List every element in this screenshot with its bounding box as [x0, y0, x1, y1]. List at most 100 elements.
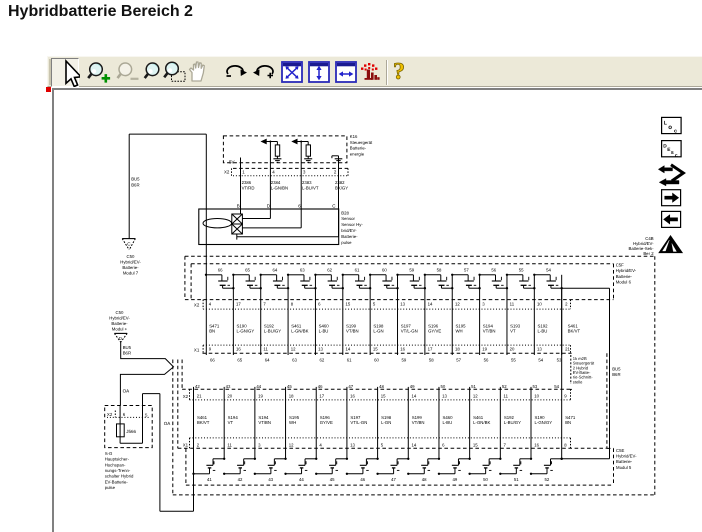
svg-text:14: 14 [411, 393, 416, 398]
svg-text:54: 54 [538, 357, 543, 362]
svg-text:S471: S471 [209, 323, 220, 328]
svg-text:S460: S460 [319, 323, 330, 328]
svg-text:6: 6 [318, 301, 321, 306]
svg-text:D: D [119, 336, 122, 341]
svg-text:WH: WH [455, 329, 462, 334]
svg-text:3: 3 [482, 301, 485, 306]
svg-text:12: 12 [455, 301, 460, 306]
svg-text:BN: BN [209, 329, 215, 334]
svg-text:11: 11 [263, 347, 268, 352]
svg-text:43: 43 [268, 477, 273, 482]
svg-text:1: 1 [242, 170, 245, 175]
svg-text:16: 16 [534, 442, 539, 447]
svg-text:56: 56 [491, 268, 496, 273]
svg-text:13: 13 [442, 393, 447, 398]
svg-text:L-BU/VT: L-BU/VT [302, 186, 319, 191]
svg-text:VT: VT [510, 329, 516, 334]
svg-text:L: L [664, 121, 668, 127]
svg-text:51: 51 [514, 477, 519, 482]
svg-text:S461: S461 [568, 323, 579, 328]
svg-text:S194: S194 [258, 415, 269, 420]
svg-text:45: 45 [330, 477, 335, 482]
svg-text:Hybrid/EV-: Hybrid/EV- [109, 315, 130, 320]
svg-text:57: 57 [456, 357, 461, 362]
svg-text:S192: S192 [538, 323, 549, 328]
svg-text:16: 16 [400, 347, 405, 352]
svg-text:Batterie-: Batterie- [341, 234, 358, 239]
svg-text:EV-Batterie-: EV-Batterie- [105, 479, 129, 484]
svg-text:L-GN/GY: L-GN/GY [237, 329, 255, 334]
svg-text:14: 14 [428, 301, 433, 306]
svg-text:2383: 2383 [302, 180, 312, 185]
svg-text:45: 45 [287, 384, 292, 389]
svg-text:energie: energie [350, 152, 365, 157]
svg-text:62: 62 [327, 268, 332, 273]
svg-text:58: 58 [437, 268, 442, 273]
svg-text:54: 54 [554, 384, 559, 389]
svg-text:5V: 5V [229, 160, 235, 165]
svg-text:53: 53 [533, 384, 538, 389]
svg-text:2384: 2384 [271, 180, 281, 185]
svg-text:47: 47 [348, 384, 353, 389]
svg-text:S196: S196 [320, 415, 331, 420]
svg-text:18: 18 [455, 347, 460, 352]
svg-text:13: 13 [350, 442, 355, 447]
svg-text:41: 41 [207, 477, 212, 482]
svg-text:L-BU: L-BU [442, 420, 452, 425]
svg-text:48: 48 [379, 384, 384, 389]
svg-text:14: 14 [346, 347, 351, 352]
svg-text:61: 61 [347, 357, 352, 362]
svg-text:44: 44 [299, 477, 304, 482]
svg-text:S192: S192 [504, 415, 515, 420]
svg-text:BK/VT: BK/VT [197, 420, 210, 425]
svg-text:15: 15 [381, 393, 386, 398]
svg-text:S461: S461 [197, 415, 208, 420]
svg-text:VT/BN: VT/BN [483, 329, 496, 334]
svg-text:Modul 5: Modul 5 [616, 465, 632, 470]
svg-text:X1: X1 [183, 442, 189, 447]
svg-text:61: 61 [355, 268, 360, 273]
svg-text:B6R: B6R [612, 372, 620, 377]
svg-text:14: 14 [411, 442, 416, 447]
svg-text:60: 60 [374, 357, 379, 362]
svg-text:Batterie-: Batterie- [111, 321, 128, 326]
svg-text:L-BU/GY: L-BU/GY [504, 420, 521, 425]
svg-text:12: 12 [291, 347, 296, 352]
svg-text:8: 8 [564, 442, 567, 447]
svg-text:11: 11 [227, 442, 232, 447]
svg-text:15: 15 [473, 442, 478, 447]
svg-text:pulse: pulse [341, 240, 352, 245]
svg-text:S194: S194 [483, 323, 494, 328]
svg-text:c: c [674, 129, 677, 135]
svg-text:8: 8 [291, 301, 294, 306]
svg-text:J566: J566 [126, 429, 136, 434]
svg-text:3: 3 [303, 170, 306, 175]
svg-text:schalter Hybrid: schalter Hybrid [105, 474, 134, 479]
svg-text:s: s [671, 150, 674, 156]
svg-text:C50: C50 [127, 254, 135, 259]
svg-text:BK/VT: BK/VT [568, 329, 581, 334]
svg-text:BN: BN [565, 420, 571, 425]
svg-text:Steuergerät: Steuergerät [350, 140, 373, 145]
svg-text:S199: S199 [346, 323, 357, 328]
svg-text:2: 2 [197, 442, 200, 447]
svg-text:S461: S461 [291, 323, 302, 328]
svg-text:Hybrid/EV-: Hybrid/EV- [616, 268, 637, 273]
svg-text:BU5: BU5 [131, 177, 140, 182]
svg-text:11: 11 [504, 393, 509, 398]
svg-text:4: 4 [209, 301, 212, 306]
svg-text:9: 9 [564, 393, 567, 398]
svg-text:50: 50 [483, 477, 488, 482]
svg-text:C5E: C5E [616, 448, 624, 453]
svg-text:10: 10 [537, 301, 542, 306]
svg-text:C5F: C5F [616, 263, 624, 268]
svg-text:S192: S192 [264, 323, 275, 328]
svg-text:L-BU: L-BU [319, 329, 329, 334]
svg-text:Hybrid/EV-: Hybrid/EV- [120, 260, 141, 265]
svg-text:VT/L-GN: VT/L-GN [401, 329, 418, 334]
svg-text:57: 57 [464, 268, 469, 273]
svg-text:L-BU/GY: L-BU/GY [264, 329, 281, 334]
svg-text:63: 63 [300, 268, 305, 273]
svg-text:OA: OA [123, 389, 130, 394]
svg-text:50: 50 [440, 384, 445, 389]
